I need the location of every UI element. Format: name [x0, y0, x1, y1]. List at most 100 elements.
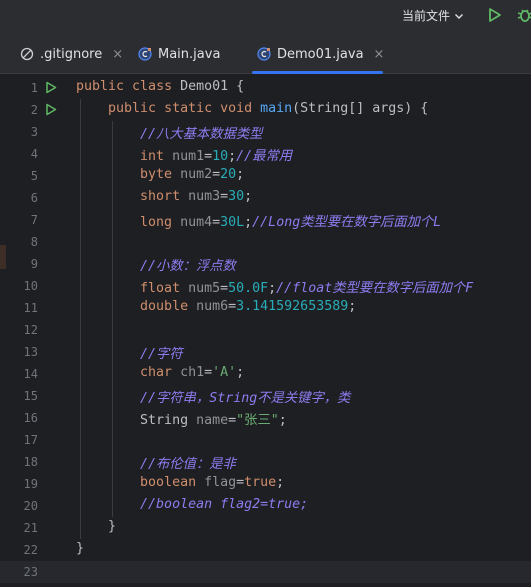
code-token: ;: [236, 167, 245, 182]
code-text: //布伦值：是非: [76, 453, 236, 472]
code-text: int num1=10;//最常用: [76, 145, 292, 164]
code-token: true: [244, 475, 277, 490]
tab-main-java[interactable]: Main.java: [138, 34, 220, 74]
code-token: double: [76, 299, 197, 314]
run-config-selector[interactable]: 当前文件: [402, 7, 465, 24]
code-token: void: [220, 101, 261, 116]
line-number: 2: [30, 103, 38, 117]
code-token: public: [76, 101, 165, 116]
code-token: //布伦值：是非: [76, 457, 236, 472]
code-token: short: [76, 189, 189, 204]
code-token: //float类型要在数字后面加个F: [276, 281, 474, 296]
tab-close-button[interactable]: ×: [374, 47, 385, 62]
code-token: float: [76, 281, 189, 296]
java-class-icon: [257, 47, 271, 61]
code-token: //八大基本数据类型: [76, 127, 263, 142]
ignore-file-icon: [20, 47, 34, 61]
code-text: //字符串，String不是关键字，类: [76, 387, 350, 406]
code-text: }: [76, 519, 116, 534]
code-token: ;: [228, 149, 237, 164]
code-editor[interactable]: 1 public class Demo01 { 2 public static vo…: [0, 75, 531, 587]
code-token: =: [204, 365, 213, 380]
run-gutter-icon[interactable]: [44, 81, 57, 94]
code-text: //字符: [76, 343, 183, 362]
top-toolbar: 当前文件: [0, 0, 531, 34]
line-number: 5: [30, 169, 38, 183]
code-token: 50.0F: [228, 281, 269, 296]
line-number: 1: [30, 81, 38, 95]
code-text: short num3=30;: [76, 189, 252, 204]
code-token: byte: [76, 167, 181, 182]
line-number: 22: [23, 543, 38, 557]
debug-bug-icon[interactable]: [516, 6, 531, 24]
code-token: 10: [212, 149, 229, 164]
tab-gitignore[interactable]: .gitignore ×: [20, 34, 123, 74]
line-number: 4: [30, 147, 38, 161]
tab-label: .gitignore: [40, 46, 103, 62]
code-text: boolean flag=true;: [76, 475, 284, 490]
code-token: name: [196, 413, 229, 428]
code-token: //小数：浮点数: [76, 259, 236, 274]
code-text: char ch1='A';: [76, 365, 244, 380]
code-token: main: [260, 101, 293, 116]
indent-guide: [80, 99, 81, 539]
run-config-label: 当前文件: [402, 9, 451, 23]
code-text: public class Demo01 {: [76, 79, 244, 94]
code-token: ch1: [180, 365, 205, 380]
line-number: 14: [23, 367, 38, 381]
line-number: 3: [30, 125, 38, 139]
code-token: }: [76, 519, 117, 534]
code-token: 30L: [220, 215, 245, 230]
code-token: =: [212, 215, 221, 230]
code-token: num1: [172, 149, 205, 164]
line-number: 11: [23, 301, 38, 315]
code-text: double num6=3.141592653589;: [76, 299, 356, 314]
line-number: 19: [23, 477, 38, 491]
line-number: 10: [23, 279, 38, 293]
run-gutter-icon[interactable]: [44, 103, 57, 116]
code-token: 'A': [212, 365, 237, 380]
java-class-icon: [138, 47, 152, 61]
code-line[interactable]: 1 public class Demo01 {: [0, 77, 531, 99]
code-token: ;: [244, 189, 253, 204]
code-token: ;: [278, 413, 287, 428]
code-token: =: [204, 149, 213, 164]
code-text: }: [76, 541, 84, 556]
code-text: byte num2=20;: [76, 167, 244, 182]
code-token: 30: [228, 189, 245, 204]
line-number: 20: [23, 499, 38, 513]
code-token: =: [220, 189, 229, 204]
code-token: =: [236, 475, 245, 490]
code-text: long num4=30L;//Long类型要在数字后面加个L: [76, 211, 441, 230]
line-number: 23: [23, 565, 38, 579]
play-icon[interactable]: [485, 6, 503, 24]
code-token: ;: [244, 215, 253, 230]
code-token: int: [76, 149, 173, 164]
tab-demo01-java[interactable]: Demo01.java ×: [257, 34, 384, 74]
editor-tab-bar: .gitignore × Main.java Demo01.java ×: [0, 34, 531, 74]
code-token: class: [132, 79, 181, 94]
code-line[interactable]: 22}: [0, 539, 531, 561]
code-token: ;: [268, 281, 277, 296]
code-text: public static void main(String[] args) {: [76, 101, 428, 116]
code-token: //字符串，String不是关键字，类: [76, 391, 351, 406]
line-number: 17: [23, 433, 38, 447]
code-token: =: [228, 413, 237, 428]
line-number: 6: [30, 191, 38, 205]
code-token: public: [76, 79, 133, 94]
code-token: long: [76, 215, 181, 230]
code-token: //字符: [76, 347, 183, 362]
code-text: //八大基本数据类型: [76, 123, 262, 142]
code-token: String: [76, 413, 197, 428]
tab-close-button[interactable]: ×: [112, 47, 123, 62]
tab-label: Demo01.java: [277, 46, 364, 62]
code-line[interactable]: 23: [0, 561, 531, 583]
line-number: 7: [30, 213, 38, 227]
code-token: Demo01 {: [180, 79, 245, 94]
code-token: 20: [220, 167, 237, 182]
code-token: num3: [188, 189, 221, 204]
line-number: 15: [23, 389, 38, 403]
tab-label: Main.java: [158, 46, 221, 62]
code-token: //最常用: [236, 149, 293, 164]
code-text: String name="张三";: [76, 409, 287, 428]
